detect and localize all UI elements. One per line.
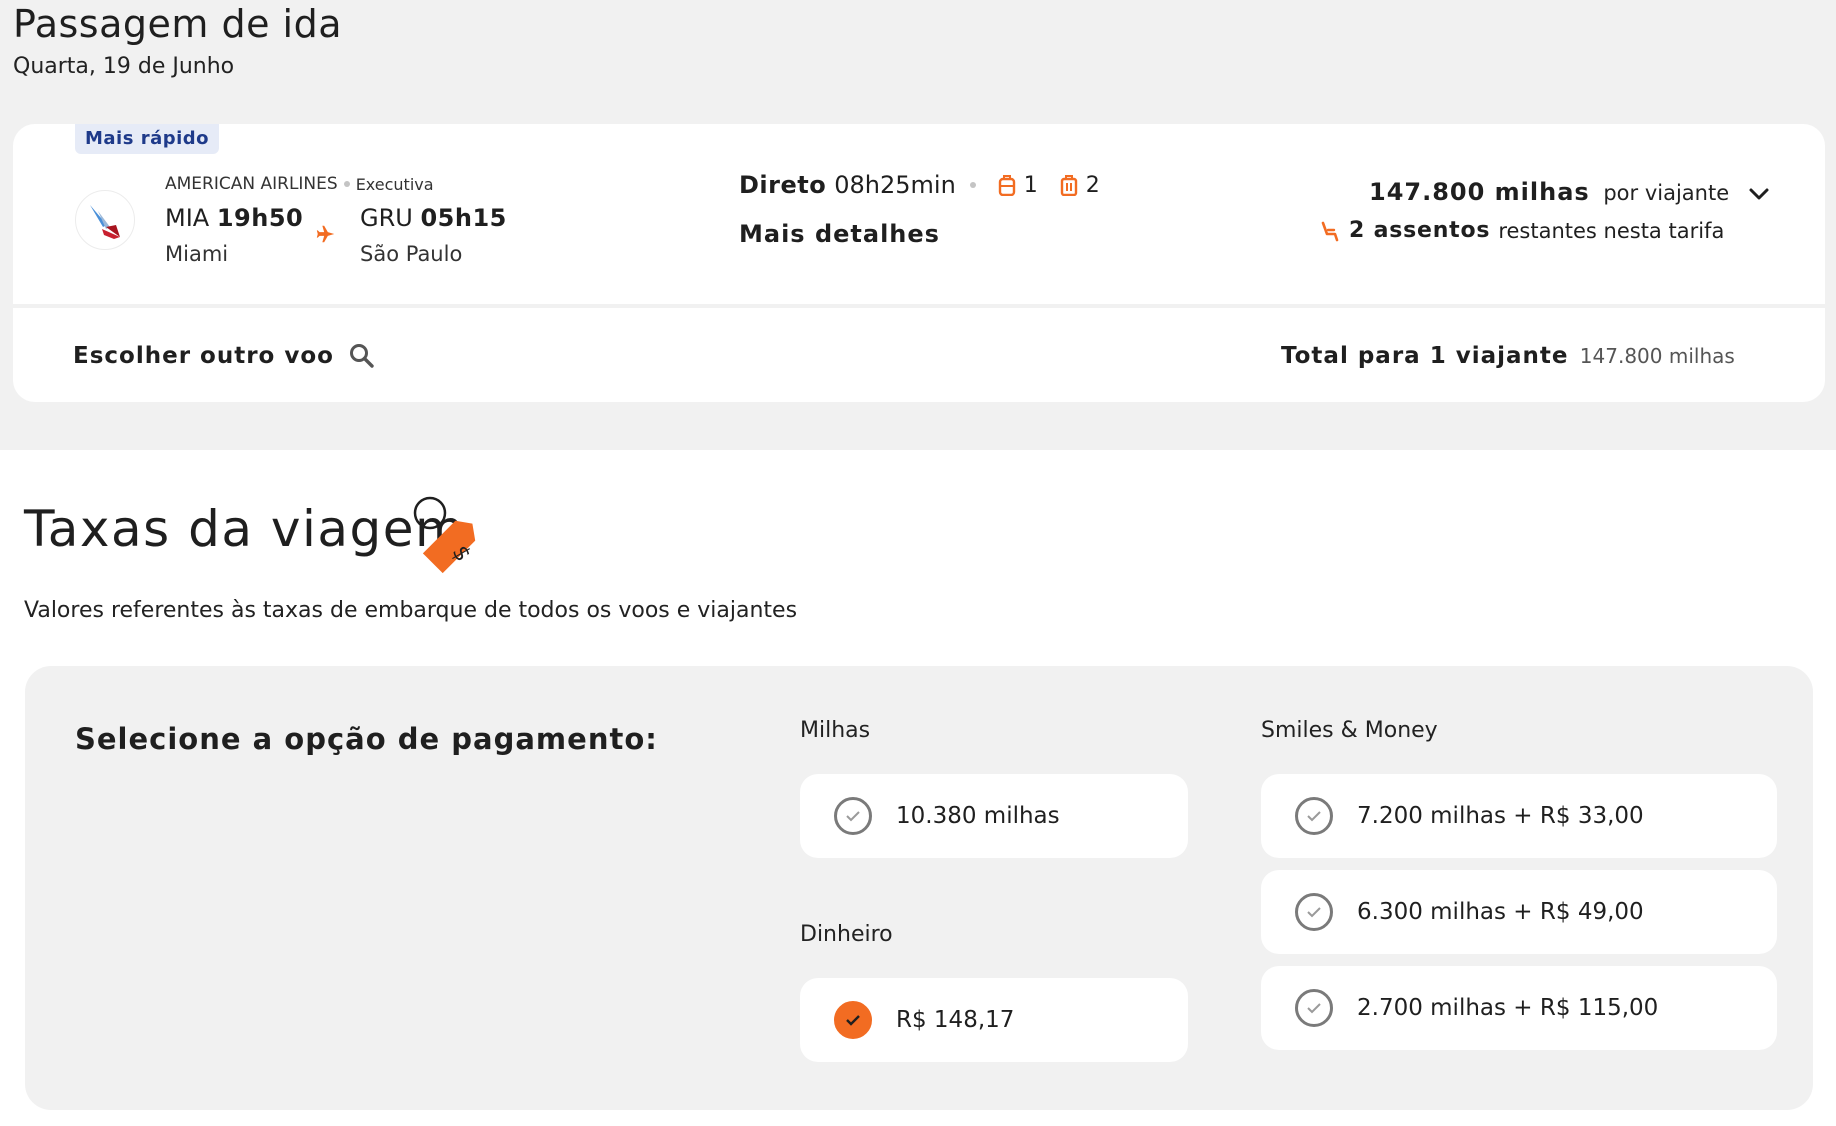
fastest-badge: Mais rápido	[75, 124, 220, 154]
price-value: 147.800 milhas	[1369, 178, 1590, 206]
option-smiles-money-label: 2.700 milhas + R$ 115,00	[1357, 995, 1659, 1021]
option-smiles-money-label: 7.200 milhas + R$ 33,00	[1357, 803, 1644, 829]
option-smiles-money-3[interactable]: 2.700 milhas + R$ 115,00	[1261, 966, 1777, 1050]
airline-info: AMERICAN AIRLINES Executiva	[165, 174, 434, 194]
card-divider	[13, 304, 1825, 308]
destination-arrival-time: 05h15	[420, 204, 507, 232]
stops-label: Direto	[739, 171, 827, 199]
option-smiles-money-label: 6.300 milhas + R$ 49,00	[1357, 899, 1644, 925]
price-suffix: por viajante	[1603, 181, 1730, 205]
check-icon	[1307, 907, 1321, 918]
carry-on-bag: 1	[998, 173, 1038, 198]
destination-city: São Paulo	[360, 242, 463, 266]
option-cash-label: R$ 148,17	[896, 1007, 1015, 1033]
total-price: Total para 1 viajante 147.800 milhas	[1281, 343, 1735, 369]
page-title: Passagem de ida	[13, 2, 343, 46]
price-tag-icon: $	[413, 496, 475, 574]
origin-departure-time: 19h50	[216, 204, 304, 232]
seats-count: 2 assentos	[1349, 218, 1491, 243]
american-airlines-logo	[75, 190, 135, 250]
miles-group-label: Milhas	[800, 718, 871, 743]
price-per-traveler: 147.800 milhas por viajante	[1369, 178, 1729, 206]
seats-remaining: 2 assentos restantes nesta tarifa	[1319, 218, 1724, 243]
flight-card[interactable]: Mais rápido AMERICAN AIRLINES Executiva …	[13, 124, 1825, 402]
airline-name: AMERICAN AIRLINES	[165, 174, 338, 194]
more-details-link[interactable]: Mais detalhes	[739, 220, 940, 248]
destination-time: GRU 05h15	[360, 204, 507, 232]
origin-time: MIA 19h50	[165, 204, 303, 232]
page-date: Quarta, 19 de Junho	[13, 54, 235, 79]
separator-dot	[969, 182, 976, 188]
option-cash[interactable]: R$ 148,17	[800, 978, 1188, 1062]
total-label: Total para 1 viajante	[1281, 343, 1569, 369]
choose-other-flight-button[interactable]: Escolher outro voo	[73, 342, 376, 370]
carry-on-count: 1	[1023, 172, 1038, 198]
option-smiles-money-1[interactable]: 7.200 milhas + R$ 33,00	[1261, 774, 1777, 858]
option-miles-label: 10.380 milhas	[896, 803, 1060, 829]
duration: 08h25min	[834, 171, 956, 199]
cabin-class: Executiva	[355, 174, 434, 194]
seat-icon	[1321, 221, 1339, 241]
top-section: Passagem de ida Quarta, 19 de Junho Mais…	[0, 0, 1836, 450]
check-icon	[1307, 1003, 1321, 1014]
fees-subtitle: Valores referentes às taxas de embarque …	[24, 598, 798, 623]
origin-code: MIA	[165, 204, 210, 232]
checked-bag: 2	[1060, 173, 1100, 198]
separator-dot	[343, 181, 350, 187]
destination-code: GRU	[360, 204, 413, 232]
radio-checked[interactable]	[834, 1001, 872, 1039]
suitcase-icon	[1060, 175, 1077, 196]
cash-group-label: Dinheiro	[800, 922, 893, 947]
origin-city: Miami	[165, 242, 229, 266]
check-icon	[846, 1015, 860, 1026]
fees-title: Taxas da viagem	[24, 500, 466, 558]
payment-options-panel: Selecione a opção de pagamento: Milhas 1…	[25, 666, 1813, 1110]
checked-bag-count: 2	[1085, 172, 1100, 198]
seats-text: restantes nesta tarifa	[1498, 218, 1725, 243]
chevron-down-icon[interactable]	[1745, 180, 1773, 208]
plane-icon	[316, 225, 335, 243]
check-icon	[846, 811, 860, 822]
radio-unchecked[interactable]	[834, 797, 872, 835]
flight-summary: Direto 08h25min 1 2	[739, 171, 1100, 199]
choose-other-flight-label: Escolher outro voo	[73, 343, 334, 369]
option-miles[interactable]: 10.380 milhas	[800, 774, 1188, 858]
payment-select-label: Selecione a opção de pagamento:	[75, 722, 658, 756]
option-smiles-money-2[interactable]: 6.300 milhas + R$ 49,00	[1261, 870, 1777, 954]
smiles-money-group-label: Smiles & Money	[1261, 718, 1438, 743]
radio-unchecked[interactable]	[1295, 893, 1333, 931]
backpack-icon	[998, 175, 1015, 196]
total-value: 147.800 milhas	[1579, 344, 1735, 368]
check-icon	[1307, 811, 1321, 822]
radio-unchecked[interactable]	[1295, 797, 1333, 835]
search-icon	[349, 344, 374, 368]
radio-unchecked[interactable]	[1295, 989, 1333, 1027]
